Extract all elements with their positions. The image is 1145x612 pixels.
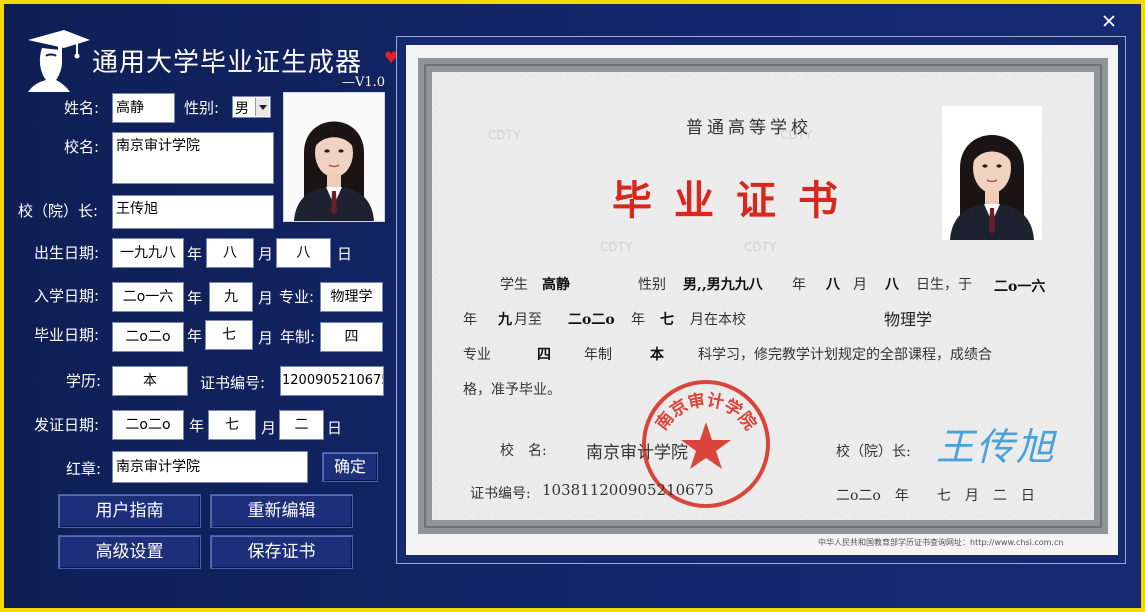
cert-major-label: 专业 (463, 347, 491, 363)
watermark-text: CDTY (744, 240, 777, 254)
cert-photo (942, 106, 1042, 240)
birth-year-unit: 年 (187, 245, 203, 263)
president-label: 校（院）长: (18, 202, 99, 220)
cert-footer-note: 中华人民共和国教育部学历证书查询网址：http://www.chsi.com.c… (818, 538, 1064, 547)
name-label: 姓名: (64, 99, 100, 117)
student-photo[interactable] (283, 92, 385, 222)
birth-month-input[interactable]: 八 (206, 238, 254, 268)
cert-born-text: 日生，于 (916, 277, 972, 293)
grad-date-label: 毕业日期: (34, 326, 100, 344)
enroll-year-input[interactable]: 二o一六 (112, 282, 184, 312)
advanced-settings-button[interactable]: 高级设置 (58, 535, 201, 569)
cert-duration-label: 年制 (584, 347, 612, 363)
enroll-year-unit: 年 (187, 289, 203, 307)
cert-birth-day: 八 (885, 277, 899, 293)
cert-enroll-year: 二o一六 (994, 279, 1046, 295)
major-input[interactable]: 物理学 (320, 282, 383, 312)
chevron-down-icon (255, 98, 269, 116)
degree-input[interactable]: 本 (112, 366, 188, 396)
name-input[interactable]: 高静 (112, 93, 175, 123)
cert-school-label: 校 名: (500, 443, 547, 459)
cert-degree: 本 (650, 347, 664, 363)
cert-month-to: 月至 (514, 312, 542, 328)
cert-gender-label: 性别 (638, 277, 666, 293)
major-label: 专业: (279, 288, 315, 306)
cert-gender-text: 男,,男九九八 (683, 277, 763, 293)
cert-year-unit: 年 (631, 312, 645, 328)
gender-select-value: 男 (235, 101, 249, 117)
birth-month-unit: 月 (258, 245, 274, 263)
watermark-text: CDTY (600, 240, 633, 254)
portrait-image (942, 106, 1042, 240)
issue-year-input[interactable]: 二o二o (112, 410, 184, 440)
app-title: 通用大学毕业证生成器 (92, 48, 363, 78)
cert-no-print: 103811200905210675 (542, 481, 714, 499)
close-icon (1103, 15, 1115, 27)
school-label: 校名: (64, 138, 100, 156)
issue-month-input[interactable]: 七 (208, 410, 256, 440)
reedit-button[interactable]: 重新编辑 (210, 494, 353, 528)
cert-major: 物理学 (884, 310, 933, 329)
cert-study-text: 科学习，修完教学计划规定的全部课程，成绩合 (698, 347, 992, 363)
seal-input[interactable]: 南京审计学院 (112, 451, 308, 483)
cert-grad-month: 七 (660, 312, 674, 328)
degree-label: 学历: (66, 372, 102, 390)
grad-year-input[interactable]: 二o二o (112, 322, 184, 352)
school-input[interactable]: 南京审计学院 (112, 132, 274, 184)
issue-year-unit: 年 (189, 417, 205, 435)
gender-label: 性别: (184, 99, 220, 117)
cert-school-type: 普通高等学校 (686, 118, 812, 138)
graduate-logo-icon (28, 30, 90, 92)
close-button[interactable] (1098, 10, 1120, 32)
grad-month-unit: 月 (258, 329, 274, 347)
issue-month-unit: 月 (261, 419, 277, 437)
cert-month-at: 月在本校 (690, 312, 746, 328)
cert-no-label-print: 证书编号: (470, 486, 531, 502)
cert-student-name: 高静 (542, 277, 570, 293)
cert-birth-month: 八 (826, 277, 840, 293)
duration-input[interactable]: 四 (320, 322, 383, 352)
birth-day-input[interactable]: 八 (276, 238, 331, 268)
enroll-month-unit: 月 (258, 289, 274, 307)
cert-year-unit: 年 (463, 312, 477, 328)
grad-year-unit: 年 (187, 327, 203, 345)
president-input[interactable]: 王传旭 (112, 195, 274, 229)
watermark-text: CDTY (488, 128, 521, 142)
president-signature: 王传旭 (936, 425, 1057, 469)
birth-date-label: 出生日期: (34, 244, 100, 262)
issue-day-unit: 日 (327, 419, 343, 437)
birth-year-input[interactable]: 一九九八 (112, 238, 184, 268)
gender-select[interactable]: 男 (232, 96, 271, 118)
enroll-date-label: 入学日期: (34, 287, 100, 305)
cert-year-unit: 年 (792, 277, 806, 293)
cert-duration: 四 (537, 347, 551, 363)
save-certificate-button[interactable]: 保存证书 (210, 535, 353, 569)
cert-enroll-month: 九 (498, 312, 512, 328)
cert-school-name: 南京审计学院 (586, 443, 688, 463)
enroll-month-input[interactable]: 九 (209, 282, 253, 312)
cert-student-label: 学生 (500, 277, 528, 293)
issue-date-label: 发证日期: (34, 416, 100, 434)
app-version: —V1.0 (342, 75, 386, 90)
portrait-image (284, 93, 384, 221)
cert-no-input[interactable]: 1200905210675 (280, 366, 384, 396)
cert-no-label: 证书编号: (200, 374, 266, 392)
grad-month-input[interactable]: 七 (205, 320, 253, 350)
user-guide-button[interactable]: 用户指南 (58, 494, 201, 528)
seal-label: 红章: (66, 460, 102, 478)
confirm-button[interactable]: 确定 (322, 452, 378, 482)
cert-president-label: 校（院）长: (836, 444, 911, 460)
duration-label: 年制: (280, 328, 316, 346)
cert-grad-year: 二o二o (568, 312, 615, 328)
cert-heading: 毕业证书 (612, 177, 860, 224)
cert-issue-date: 二o二o 年 七 月 二 日 (836, 488, 1035, 504)
birth-day-unit: 日 (337, 245, 353, 263)
cert-pass-text: 格，准予毕业。 (463, 382, 561, 398)
cert-month-unit: 月 (853, 277, 867, 293)
issue-day-input[interactable]: 二 (279, 410, 324, 440)
